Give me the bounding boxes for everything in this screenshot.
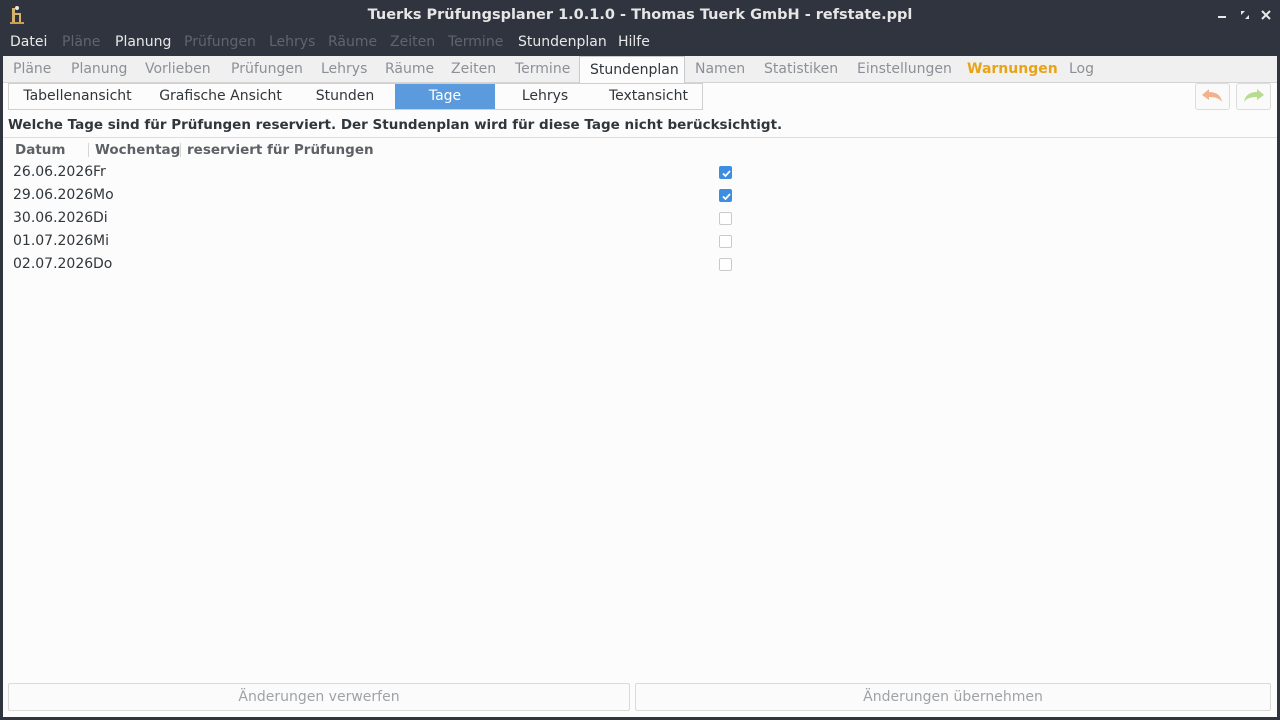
- sub-tab-bar: Tabellenansicht Grafische Ansicht Stunden T…: [8, 83, 703, 110]
- title-bar: Tuerks Prüfungsplaner 1.0.1.0 - Thomas T…: [0, 0, 1280, 30]
- undo-button[interactable]: [1195, 83, 1230, 110]
- table-row[interactable]: 01.07.2026 Mi: [3, 230, 1277, 253]
- reserved-checkbox[interactable]: [719, 258, 732, 271]
- table-row[interactable]: 29.06.2026 Mo: [3, 184, 1277, 207]
- table-row[interactable]: 30.06.2026 Di: [3, 207, 1277, 230]
- reserved-checkbox[interactable]: [719, 166, 732, 179]
- menu-termine: Termine: [448, 34, 504, 50]
- column-header-weekday[interactable]: Wochentag: [95, 141, 180, 159]
- discard-changes-button[interactable]: Änderungen verwerfen: [8, 683, 630, 711]
- weekday-cell: Di: [93, 210, 108, 226]
- maximize-icon[interactable]: [1237, 7, 1253, 23]
- tab-warnungen[interactable]: Warnungen: [957, 56, 1058, 83]
- redo-arrow-icon: [1244, 89, 1264, 102]
- weekday-cell: Mo: [93, 187, 114, 203]
- minimize-icon[interactable]: [1215, 7, 1231, 23]
- subtab-stunden[interactable]: Stunden: [295, 84, 395, 109]
- subtab-tage[interactable]: Tage: [395, 84, 495, 109]
- menu-planung[interactable]: Planung: [115, 30, 171, 56]
- main-tab-bar: Pläne Planung Vorlieben Prüfungen Lehrys Räum…: [3, 56, 1277, 84]
- tab-namen[interactable]: Namen: [685, 56, 752, 83]
- date-cell: 02.07.2026: [13, 256, 94, 272]
- check-icon: [722, 170, 731, 178]
- column-separator[interactable]: [180, 143, 181, 157]
- tab-pruefungen[interactable]: Prüfungen: [221, 56, 309, 83]
- date-cell: 26.06.2026: [13, 164, 94, 180]
- undo-arrow-icon: [1202, 89, 1222, 102]
- tab-termine[interactable]: Termine: [505, 56, 577, 83]
- column-header-reserved[interactable]: reserviert für Prüfungen: [187, 141, 374, 159]
- close-icon[interactable]: [1258, 7, 1274, 23]
- tab-einstellungen[interactable]: Einstellungen: [847, 56, 955, 83]
- subtab-textansicht[interactable]: Textansicht: [595, 84, 702, 109]
- date-cell: 01.07.2026: [13, 233, 94, 249]
- menu-plaene: Pläne: [62, 34, 101, 50]
- subtab-tabellenansicht[interactable]: Tabellenansicht: [9, 84, 146, 109]
- menu-datei[interactable]: Datei: [10, 30, 47, 56]
- tab-stundenplan[interactable]: Stundenplan: [579, 56, 685, 84]
- tab-plaene[interactable]: Pläne: [3, 56, 59, 83]
- date-cell: 29.06.2026: [13, 187, 94, 203]
- redo-button[interactable]: [1236, 83, 1271, 110]
- weekday-cell: Do: [93, 256, 113, 272]
- tab-statistiken[interactable]: Statistiken: [754, 56, 845, 83]
- menu-raeume: Räume: [328, 34, 378, 50]
- weekday-cell: Mi: [93, 233, 109, 249]
- tab-log[interactable]: Log: [1059, 56, 1103, 83]
- apply-changes-button[interactable]: Änderungen übernehmen: [635, 683, 1271, 711]
- menu-lehrys: Lehrys: [269, 34, 316, 50]
- hint-text: Welche Tage sind für Prüfungen reservier…: [8, 117, 783, 133]
- menu-bar: Datei Pläne Planung Prüfungen Lehrys Räume Zei…: [0, 30, 1280, 56]
- table-row[interactable]: 26.06.2026 Fr: [3, 161, 1277, 184]
- tab-lehrys[interactable]: Lehrys: [311, 56, 373, 83]
- menu-pruefungen: Prüfungen: [184, 34, 256, 50]
- tab-planung[interactable]: Planung: [61, 56, 133, 83]
- table-row[interactable]: 02.07.2026 Do: [3, 253, 1277, 276]
- reserved-checkbox[interactable]: [719, 212, 732, 225]
- tab-vorlieben[interactable]: Vorlieben: [135, 56, 219, 83]
- column-separator[interactable]: [88, 143, 89, 157]
- column-header-date[interactable]: Datum: [15, 141, 65, 159]
- window-title: Tuerks Prüfungsplaner 1.0.1.0 - Thomas T…: [367, 7, 913, 23]
- menu-stundenplan[interactable]: Stundenplan: [518, 30, 607, 56]
- tab-zeiten[interactable]: Zeiten: [441, 56, 503, 83]
- menu-hilfe[interactable]: Hilfe: [618, 30, 650, 56]
- subtab-grafische-ansicht[interactable]: Grafische Ansicht: [146, 84, 295, 109]
- tab-raeume[interactable]: Räume: [375, 56, 439, 83]
- date-cell: 30.06.2026: [13, 210, 94, 226]
- reserved-checkbox[interactable]: [719, 189, 732, 202]
- weekday-cell: Fr: [93, 164, 106, 180]
- subtab-lehrys[interactable]: Lehrys: [495, 84, 595, 109]
- main-window: Pläne Planung Vorlieben Prüfungen Lehrys Räum…: [3, 56, 1277, 717]
- check-icon: [722, 193, 731, 201]
- menu-zeiten: Zeiten: [390, 34, 436, 50]
- reserved-checkbox[interactable]: [719, 235, 732, 248]
- divider: [3, 137, 1277, 138]
